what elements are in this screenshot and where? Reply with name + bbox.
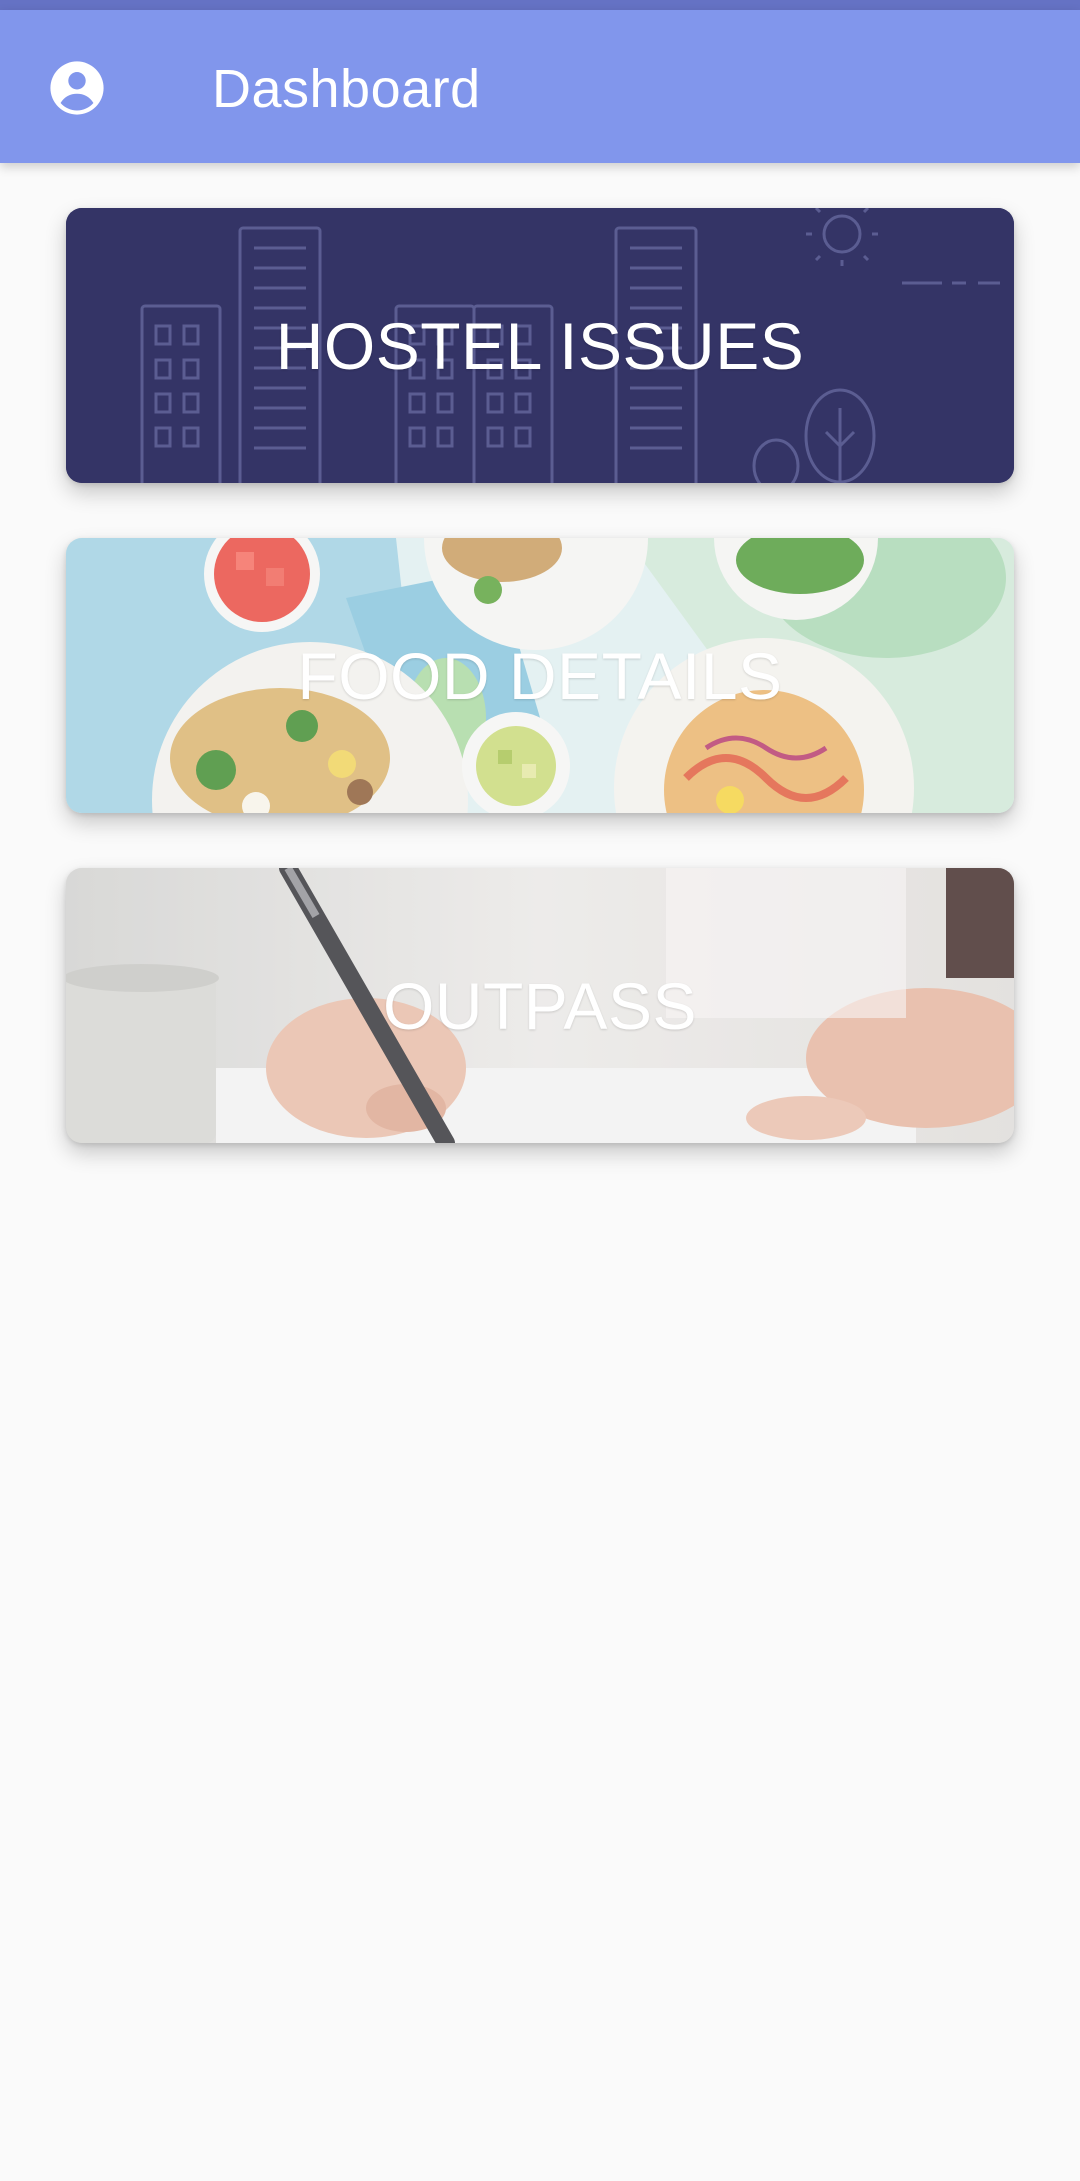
status-bar-strip [0, 0, 1080, 10]
hostel-issues-card[interactable]: HOSTEL ISSUES [66, 208, 1014, 483]
page-title: Dashboard [212, 59, 481, 119]
food-details-label: FOOD DETAILS [297, 638, 783, 713]
food-details-card[interactable]: FOOD DETAILS [66, 538, 1014, 813]
hostel-issues-label: HOSTEL ISSUES [275, 308, 805, 383]
outpass-label: OUTPASS [382, 968, 697, 1043]
outpass-card[interactable]: OUTPASS [66, 868, 1014, 1143]
account-circle-icon[interactable] [48, 59, 106, 117]
app-bar: Dashboard [0, 10, 1080, 163]
